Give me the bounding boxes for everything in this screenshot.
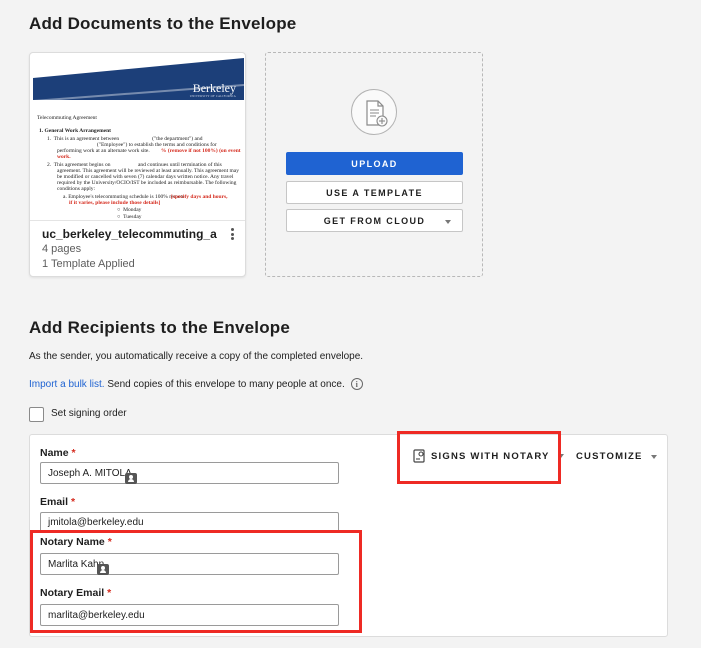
- info-icon[interactable]: i: [350, 378, 363, 390]
- sender-note: As the sender, you automatically receive…: [29, 351, 364, 362]
- thumb-line-red: if it varies, please include those detai…: [69, 200, 161, 206]
- documents-heading: Add Documents to the Envelope: [29, 14, 297, 33]
- document-drop-zone[interactable]: UPLOAD USE A TEMPLATE GET FROM CLOUD: [265, 52, 483, 277]
- upload-button[interactable]: UPLOAD: [286, 152, 463, 175]
- signing-order-checkbox[interactable]: [29, 407, 44, 422]
- use-template-button[interactable]: USE A TEMPLATE: [286, 181, 463, 204]
- highlight-box-notary-action: [397, 431, 561, 484]
- thumb-line: ○ Monday: [117, 207, 142, 213]
- card-divider: [30, 220, 245, 221]
- contacts-icon[interactable]: [124, 472, 137, 484]
- thumb-line-red: [specify days and hours,: [171, 194, 228, 200]
- document-name: uc_berkeley_telecommuting_ag...: [42, 227, 217, 241]
- thumb-line-red: % (remove if not 100%) (on event: [161, 148, 241, 154]
- thumb-section: 1. General Work Arrangement: [39, 128, 111, 134]
- document-pages: 4 pages: [42, 243, 82, 255]
- import-bulk-list-link[interactable]: Import a bulk list.: [29, 379, 105, 390]
- name-label: Name *: [40, 447, 76, 459]
- more-options-icon[interactable]: [226, 225, 238, 243]
- email-input[interactable]: jmitola@berkeley.edu: [40, 512, 339, 532]
- thumb-title: Telecommuting Agreement: [37, 115, 97, 121]
- email-value: jmitola@berkeley.edu: [48, 516, 144, 528]
- document-template-status: 1 Template Applied: [42, 258, 135, 270]
- bulk-list-line: Import a bulk list. Send copies of this …: [29, 378, 363, 390]
- thumb-line-red: work.: [57, 154, 71, 160]
- chevron-down-icon: [650, 454, 657, 459]
- get-from-cloud-label: GET FROM CLOUD: [323, 215, 426, 226]
- customize-dropdown[interactable]: CUSTOMIZE: [576, 451, 657, 462]
- document-card[interactable]: Berkeley UNIVERSITY OF CALIFORNIA Teleco…: [29, 52, 246, 277]
- berkeley-logo-subtitle: UNIVERSITY OF CALIFORNIA: [189, 94, 236, 98]
- signing-order-label: Set signing order: [51, 408, 127, 419]
- add-document-icon: [351, 89, 397, 135]
- highlight-box-notary-fields: [30, 530, 362, 633]
- email-label: Email *: [40, 496, 76, 508]
- customize-label: CUSTOMIZE: [576, 451, 643, 462]
- thumb-line: conditions apply:: [57, 186, 96, 192]
- name-input[interactable]: Joseph A. MITOLA: [40, 462, 339, 484]
- recipients-heading: Add Recipients to the Envelope: [29, 318, 291, 337]
- document-thumbnail[interactable]: Berkeley UNIVERSITY OF CALIFORNIA Teleco…: [33, 56, 244, 220]
- chevron-down-icon: [445, 220, 451, 224]
- bulk-list-description: Send copies of this envelope to many peo…: [104, 378, 345, 390]
- get-from-cloud-button[interactable]: GET FROM CLOUD: [286, 209, 463, 232]
- name-value: Joseph A. MITOLA: [48, 467, 132, 479]
